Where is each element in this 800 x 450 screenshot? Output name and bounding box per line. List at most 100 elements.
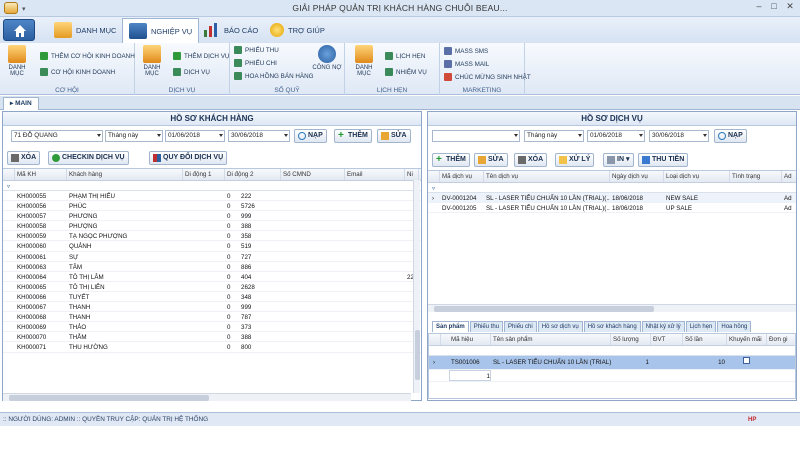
- filter-row[interactable]: ▿: [428, 183, 796, 193]
- dich-vu-danh-muc-button[interactable]: DANH MỤC: [137, 45, 167, 77]
- hoa-hong-button[interactable]: HOA HỒNG BÁN HÀNG: [234, 71, 314, 81]
- tab-danh-muc[interactable]: DANH MỤC: [48, 19, 122, 41]
- scroll-thumb[interactable]: [415, 330, 420, 380]
- cong-no-button[interactable]: CÔNG NỢ: [312, 45, 342, 71]
- column-header[interactable]: Khách hàng: [67, 169, 183, 180]
- table-row[interactable]: › DV-0001204 SL - LASER TIỂU CHUẨN 10 LẦN …: [428, 193, 796, 204]
- branch-select[interactable]: 71 ĐỖ QUANG: [11, 130, 103, 142]
- table-row[interactable]: KH000068 THANH 0 787: [3, 312, 421, 323]
- column-header[interactable]: Ad: [782, 171, 796, 182]
- detail-tab[interactable]: Phiếu thu: [469, 321, 504, 332]
- scroll-thumb[interactable]: [434, 306, 654, 312]
- service-sua-button[interactable]: SỬA: [474, 153, 508, 167]
- service-branch-select[interactable]: [432, 130, 520, 142]
- co-hoi-kinh-doanh-button[interactable]: CƠ HỘI KINH DOANH: [40, 67, 115, 77]
- column-header[interactable]: Di động 1: [183, 169, 225, 180]
- them-co-hoi-button[interactable]: THÊM CƠ HỘI KINH DOANH: [40, 51, 135, 61]
- maximize-button[interactable]: □: [767, 1, 781, 13]
- column-header[interactable]: ĐVT: [651, 334, 683, 345]
- table-row[interactable]: KH000064 TÔ THỊ LÂM 0 404 22: [3, 272, 421, 282]
- table-row[interactable]: KH000069 THẢO 0 373: [3, 322, 421, 333]
- mass-sms-button[interactable]: MASS SMS: [444, 46, 488, 56]
- column-header[interactable]: Mã KH: [15, 169, 67, 180]
- mass-mail-button[interactable]: MASS MAIL: [444, 59, 489, 69]
- tab-nghiep-vu[interactable]: NGHIỆP VỤ: [122, 18, 200, 43]
- tab-main[interactable]: ▸ MAIN: [3, 97, 39, 110]
- quy-doi-dich-vu-button[interactable]: QUY ĐỔI DỊCH VỤ: [149, 151, 228, 165]
- dich-vu-list-button[interactable]: DỊCH VỤ: [173, 67, 210, 77]
- thu-tien-button[interactable]: THU TIỀN: [638, 153, 689, 167]
- column-header[interactable]: Số CMND: [281, 169, 345, 180]
- them-dich-vu-button[interactable]: THÊM DỊCH VỤ: [173, 51, 229, 61]
- service-xoa-button[interactable]: XÓA: [514, 153, 548, 167]
- column-header[interactable]: Tên sản phẩm: [491, 334, 611, 345]
- table-row[interactable]: KH000060 QUẢNH 0 519: [3, 241, 421, 252]
- column-header[interactable]: Email: [345, 169, 405, 180]
- checkbox[interactable]: [741, 356, 751, 369]
- service-date-from-input[interactable]: 01/06/2018: [587, 130, 645, 142]
- them-button[interactable]: + THÊM: [334, 129, 372, 143]
- column-header[interactable]: Số lần: [683, 334, 727, 345]
- column-header[interactable]: Tên dịch vụ: [484, 171, 610, 182]
- table-row[interactable]: KH000058 PHƯỢNG 0 388: [3, 221, 421, 232]
- service-period-select[interactable]: Tháng này: [524, 130, 584, 142]
- scroll-thumb[interactable]: [9, 395, 209, 401]
- detail-tab[interactable]: Sản phẩm: [432, 321, 469, 332]
- minimize-button[interactable]: –: [752, 1, 766, 13]
- nhiem-vu-button[interactable]: NHIỆM VỤ: [385, 67, 427, 77]
- phieu-chi-button[interactable]: PHIẾU CHI: [234, 58, 277, 68]
- table-row[interactable]: KH000056 PHÚC 0 5726: [3, 201, 421, 212]
- home-button[interactable]: [3, 19, 35, 41]
- service-horizontal-scrollbar[interactable]: [428, 304, 796, 312]
- tab-tro-giup[interactable]: TRỢ GIÚP: [264, 19, 331, 41]
- nap-button[interactable]: NẠP: [294, 129, 327, 143]
- in-button[interactable]: IN ▾: [603, 153, 634, 167]
- sua-button[interactable]: SỬA: [377, 129, 411, 143]
- lich-hen-button[interactable]: LỊCH HẸN: [385, 51, 425, 61]
- table-row[interactable]: KH000057 PHƯƠNG 0 999: [3, 211, 421, 222]
- column-header[interactable]: Ni: [405, 169, 419, 180]
- service-nap-button[interactable]: NẠP: [714, 129, 747, 143]
- service-them-button[interactable]: + THÊM: [432, 153, 470, 167]
- lich-hen-danh-muc-button[interactable]: DANH MỤC: [349, 45, 379, 77]
- period-select[interactable]: Tháng này: [105, 130, 163, 142]
- date-to-input[interactable]: 30/06/2018: [228, 130, 290, 142]
- detail-tab[interactable]: Hồ sơ dịch vụ: [537, 321, 583, 332]
- detail-tab[interactable]: Nhật ký xử lý: [641, 321, 685, 332]
- table-row[interactable]: KH000055 PHẠM THỊ HIẾU 0 222: [3, 191, 421, 202]
- column-header[interactable]: Tình trạng: [730, 171, 782, 182]
- column-header[interactable]: Mã hiệu: [449, 334, 491, 345]
- column-header[interactable]: Mã dịch vụ: [440, 171, 484, 182]
- table-row[interactable]: KH000067 THANH 0 999: [3, 302, 421, 313]
- table-row[interactable]: DV-0001205 SL - LASER TIỂU CHUẨN 10 LẦN (…: [428, 203, 796, 214]
- close-button[interactable]: ✕: [783, 1, 797, 13]
- table-row[interactable]: KH000070 THẮM 0 388: [3, 332, 421, 343]
- phieu-thu-button[interactable]: PHIẾU THU: [234, 45, 279, 55]
- table-row[interactable]: KH000063 TÂM 0 886: [3, 262, 421, 272]
- customer-vertical-scrollbar[interactable]: [413, 180, 420, 393]
- filter-row[interactable]: ▿: [3, 181, 421, 191]
- service-date-to-input[interactable]: 30/06/2018: [649, 130, 709, 142]
- table-row[interactable]: KH000061 SỰ 0 727: [3, 252, 421, 262]
- column-header[interactable]: Di động 2: [225, 169, 281, 180]
- column-header[interactable]: Khuyến mãi: [727, 334, 767, 345]
- detail-tab[interactable]: Lịch hẹn: [685, 321, 717, 332]
- xu-ly-button[interactable]: XỬ LÝ: [555, 153, 595, 167]
- table-row[interactable]: KH000066 TUYẾT 0 348: [3, 292, 421, 303]
- column-header[interactable]: Số lượng: [611, 334, 651, 345]
- filter-row[interactable]: [429, 346, 795, 356]
- table-row[interactable]: KH000059 TẠ NGỌC PHƯỢNG 0 358: [3, 231, 421, 242]
- table-row[interactable]: › TS001006 SL - LASER TIỂU CHUẨN 10 LẦN …: [429, 356, 795, 370]
- chuc-mung-sinh-nhat-button[interactable]: CHÚC MỪNG SINH NHẬT: [444, 72, 531, 82]
- detail-tab[interactable]: Phiếu chi: [504, 321, 537, 332]
- xoa-button[interactable]: XÓA: [7, 151, 41, 165]
- tab-bao-cao[interactable]: BÁO CÁO: [196, 19, 264, 41]
- checkin-dich-vu-button[interactable]: CHECKIN DỊCH VỤ: [48, 151, 129, 165]
- column-header[interactable]: Đơn gi: [767, 334, 795, 345]
- table-row[interactable]: KH000071 THU HƯỜNG 0 800: [3, 342, 421, 353]
- date-from-input[interactable]: 01/06/2018: [165, 130, 225, 142]
- table-row[interactable]: KH000065 TÔ THỊ LIÊN 0 2628: [3, 282, 421, 292]
- co-hoi-danh-muc-button[interactable]: DANH MỤC: [2, 45, 32, 77]
- detail-tab[interactable]: Hoa hồng: [717, 321, 752, 332]
- column-header[interactable]: Ngày dịch vụ: [610, 171, 664, 182]
